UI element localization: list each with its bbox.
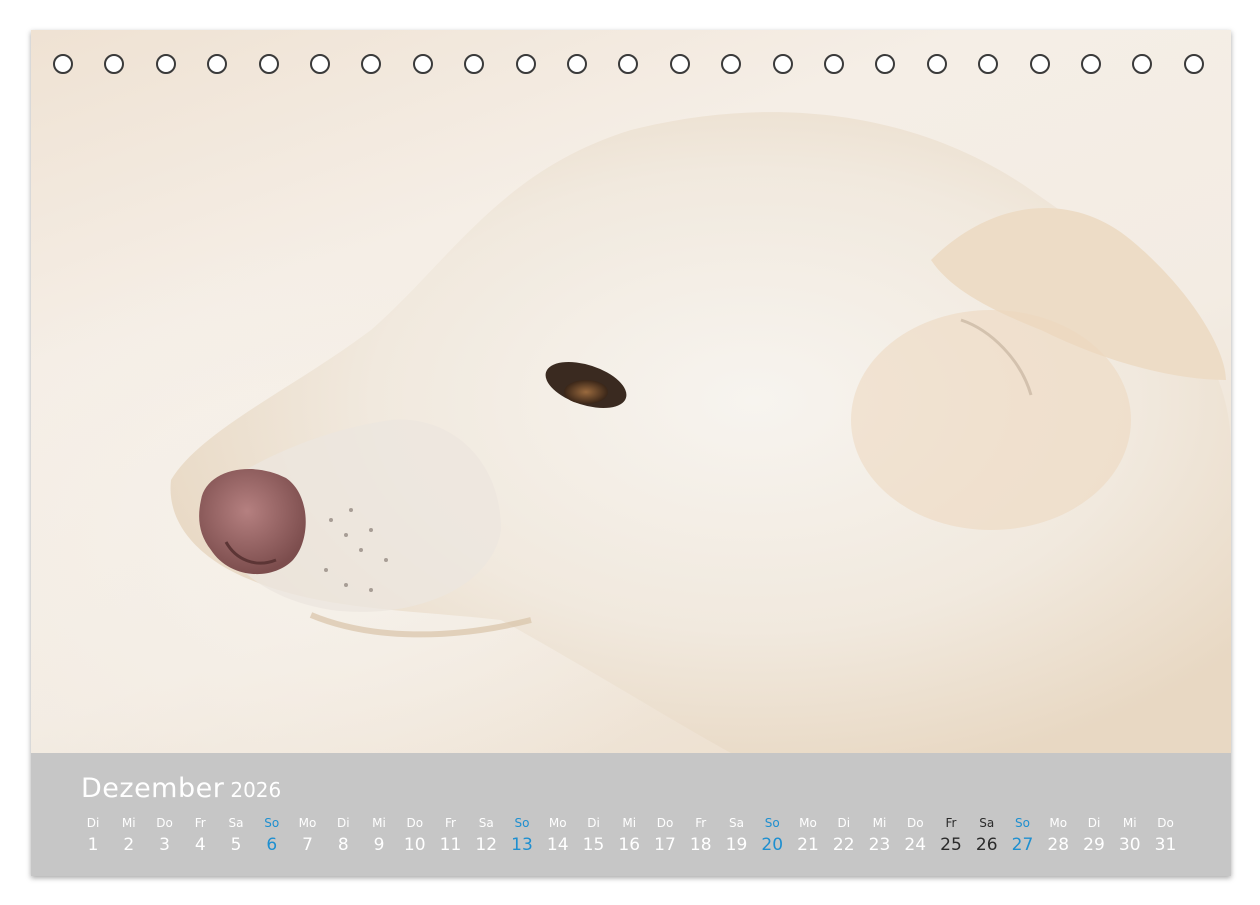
day-number: 11 <box>439 835 462 855</box>
binding-hole <box>1132 54 1153 74</box>
day-number: 28 <box>1047 835 1070 855</box>
month-heading: Dezember 2026 <box>81 773 281 804</box>
weekday-label: Mi <box>1122 816 1137 830</box>
day-number: 20 <box>761 835 784 855</box>
weekday-label: Di <box>587 816 600 830</box>
binding-hole <box>53 54 73 74</box>
binding-hole <box>207 54 228 74</box>
calendar-page: Dezember 2026 Di 1 Mi 2 Do 3 Fr 4 Sa 5 So 6 Mo 7 Di 8 Mi 9… <box>31 30 1231 876</box>
weekday-label: Fr <box>194 816 206 830</box>
weekday-label: Fr <box>445 816 456 830</box>
day-number: 19 <box>725 835 748 855</box>
weekday-label: Mi <box>121 816 136 830</box>
binding-hole <box>875 54 896 74</box>
binding-hole <box>1183 54 1204 74</box>
binding-hole <box>978 54 999 74</box>
weekday-label: Fr <box>695 816 707 830</box>
day-number: 5 <box>230 835 242 855</box>
day-number: 8 <box>337 835 349 855</box>
dog-photo <box>31 30 1231 753</box>
day-number: 22 <box>832 835 855 855</box>
day-number: 12 <box>475 835 498 855</box>
calendar-grid: Dezember 2026 Di 1 Mi 2 Do 3 Fr 4 Sa 5 So 6 Mo 7 Di 8 Mi 9… <box>31 753 1231 876</box>
day-number: 29 <box>1083 835 1105 855</box>
binding-hole <box>361 54 382 74</box>
weekday-label: Do <box>656 816 674 830</box>
binding-hole <box>104 54 125 74</box>
weekday-label: Mi <box>622 816 637 830</box>
binding-hole <box>1029 54 1050 74</box>
weekday-label: Fr <box>945 816 957 830</box>
binding-hole <box>824 54 844 74</box>
day-number: 2 <box>123 835 135 855</box>
weekday-label: So <box>514 816 530 830</box>
weekday-label: Do <box>1157 816 1174 830</box>
spiral-binding <box>31 52 1231 82</box>
weekday-label: Mo <box>298 816 317 830</box>
binding-hole <box>464 54 485 74</box>
binding-hole <box>721 54 742 74</box>
weekday-label: Sa <box>228 816 244 830</box>
binding-hole <box>310 54 330 74</box>
weekday-label: So <box>264 816 280 830</box>
binding-hole <box>1081 54 1101 74</box>
weekday-label: Do <box>156 816 173 830</box>
day-number: 25 <box>940 835 962 855</box>
day-number: 27 <box>1011 835 1034 855</box>
day-number: 4 <box>194 835 206 855</box>
month-year: 2026 <box>230 778 282 802</box>
weekday-label: Sa <box>478 816 494 830</box>
day-number: 14 <box>546 835 569 855</box>
weekday-label: Mo <box>799 816 817 830</box>
day-number: 15 <box>582 835 605 855</box>
binding-hole <box>567 54 587 74</box>
day-number: 6 <box>266 835 278 855</box>
day-number: 26 <box>975 835 998 855</box>
day-number: 9 <box>373 835 385 855</box>
weekday-label: Do <box>406 816 424 830</box>
binding-hole <box>618 54 639 74</box>
weekday-label: Do <box>906 816 924 830</box>
day-number: 16 <box>618 835 641 855</box>
binding-hole <box>926 54 947 74</box>
binding-hole <box>772 54 793 74</box>
weekday-label: Sa <box>729 816 744 830</box>
day-number: 24 <box>904 835 927 855</box>
weekday-label: Di <box>336 816 350 830</box>
weekday-label: Di <box>86 816 100 830</box>
day-number: 13 <box>511 835 533 855</box>
weekday-label: Sa <box>979 816 995 830</box>
binding-hole <box>258 54 279 74</box>
binding-hole <box>669 54 690 74</box>
day-number: 30 <box>1118 835 1141 855</box>
day-number: 21 <box>797 835 819 855</box>
day-number: 10 <box>403 835 426 855</box>
weekday-label: Di <box>1087 816 1101 830</box>
weekday-label: Mo <box>1049 816 1068 830</box>
day-number: 17 <box>654 835 676 855</box>
dog-illustration <box>170 112 1231 753</box>
binding-hole <box>515 54 536 74</box>
day-number: 31 <box>1154 835 1177 855</box>
month-name: Dezember <box>81 773 225 804</box>
binding-hole <box>412 54 433 74</box>
day-number: 18 <box>689 835 712 855</box>
day-number: 3 <box>159 835 170 855</box>
binding-hole <box>155 54 176 74</box>
weekday-label: Mi <box>372 816 386 830</box>
day-number: 1 <box>87 835 99 855</box>
weekday-label: So <box>1015 816 1030 830</box>
weekday-label: Di <box>837 816 851 830</box>
day-number: 23 <box>868 835 891 855</box>
day-number: 7 <box>302 835 313 855</box>
weekday-label: Mi <box>872 816 887 830</box>
weekday-label: So <box>764 816 780 830</box>
weekday-label: Mo <box>548 816 567 830</box>
